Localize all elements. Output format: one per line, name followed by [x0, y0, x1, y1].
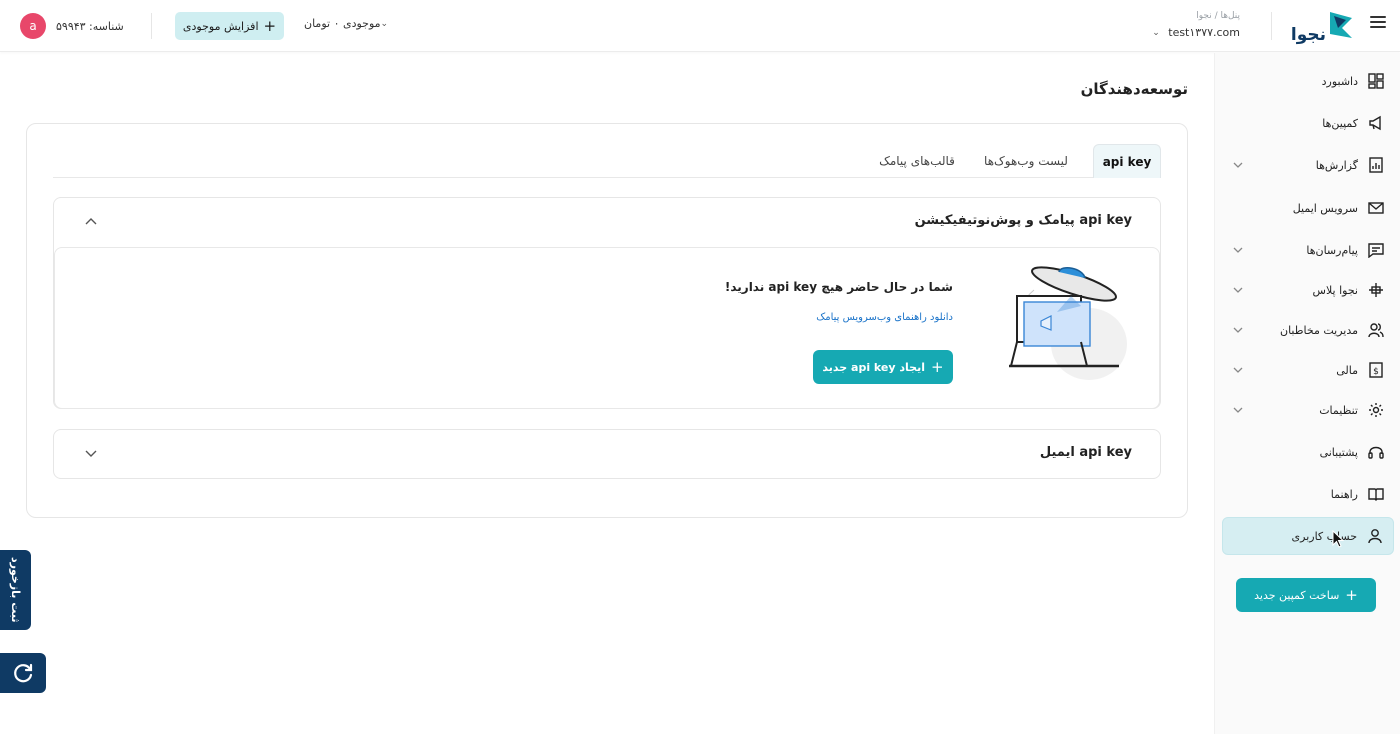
sidebar-item-label: تنظیمات [1319, 403, 1358, 417]
email-api-key-accordion: api key ایمیل [53, 429, 1161, 479]
balance-dropdown[interactable]: موجودی ۰ تومان ⌄ [304, 17, 394, 30]
chevron-down-icon [1233, 162, 1243, 168]
sidebar-item-label: مالی [1336, 363, 1358, 377]
avatar[interactable]: a [20, 13, 46, 39]
tab-sms-templates[interactable]: قالب‌های پیامک [869, 144, 965, 178]
sms-accordion-title: api key پیامک و پوش‌نوتیفیکیشن [914, 213, 1132, 228]
mail-icon [1366, 198, 1386, 218]
headset-icon [1366, 442, 1386, 462]
tab-api-key[interactable]: api key [1093, 144, 1161, 178]
plus-icon: + [1345, 586, 1358, 604]
breadcrumb: پنل‌ها / نجوا [1196, 11, 1240, 21]
sidebar-item-label: سرویس ایمیل [1292, 201, 1358, 215]
tab-bar: api key لیست وب‌هوک‌ها قالب‌های پیامک [53, 144, 1161, 178]
dashboard-icon [1366, 71, 1386, 91]
sidebar-item-label: داشبورد [1321, 74, 1358, 88]
ufo-laptop-illustration [979, 266, 1129, 386]
email-accordion-title: api key ایمیل [1039, 445, 1132, 460]
chevron-down-icon [1233, 407, 1243, 413]
chevron-down-icon [1233, 287, 1243, 293]
sidebar-item-guide[interactable]: راهنما [1222, 476, 1394, 512]
sidebar-item-messengers[interactable]: پیام‌رسان‌ها [1222, 232, 1394, 268]
sidebar-item-support[interactable]: پشتیبانی [1222, 434, 1394, 470]
create-api-key-button[interactable]: + ایجاد api key جدید [813, 350, 953, 384]
sms-api-key-accordion: api key پیامک و پوش‌نوتیفیکیشن شما [53, 197, 1161, 409]
book-icon [1366, 484, 1386, 504]
sidebar-item-finance[interactable]: $ مالی [1222, 352, 1394, 388]
user-icon [1365, 526, 1385, 546]
developers-card: api key لیست وب‌هوک‌ها قالب‌های پیامک ap… [26, 123, 1188, 518]
users-icon [1366, 320, 1386, 340]
chevron-down-icon: ⌄ [380, 18, 389, 29]
balance-label: موجودی ۰ تومان [304, 17, 381, 30]
finance-icon: $ [1366, 360, 1386, 380]
megaphone-icon [1366, 113, 1386, 133]
chat-icon [1366, 240, 1386, 260]
sms-guide-download-link[interactable]: دانلود راهنمای وب‌سرویس پیامک [816, 312, 953, 323]
increase-balance-button[interactable]: افزایش موجودی + [175, 12, 284, 40]
email-accordion-header[interactable]: api key ایمیل [54, 430, 1160, 478]
mouse-cursor-icon [1332, 530, 1344, 548]
sidebar-item-najva-plus[interactable]: نجوا پلاس [1222, 272, 1394, 308]
tab-webhooks[interactable]: لیست وب‌هوک‌ها [971, 144, 1081, 178]
plus-icon: + [263, 16, 277, 35]
user-info[interactable]: a شناسه: ۵۹۹۴۳ [20, 12, 124, 40]
new-campaign-button[interactable]: ساخت کمپین جدید + [1236, 578, 1376, 612]
empty-state-title: شما در حال حاضر هیچ api key ندارید! [724, 280, 953, 294]
sidebar-item-label: نجوا پلاس [1312, 283, 1358, 297]
increase-balance-label: افزایش موجودی [182, 19, 259, 33]
sidebar-item-label: پشتیبانی [1319, 445, 1358, 459]
sidebar-item-label: راهنما [1330, 487, 1358, 501]
panel-switcher[interactable]: پنل‌ها / نجوا test۱۳۷۷.com ⌄ [1152, 11, 1240, 40]
sidebar-item-label: کمپین‌ها [1322, 116, 1358, 130]
chevron-down-icon [1233, 247, 1243, 253]
chevron-down-icon [1233, 367, 1243, 373]
menu-icon[interactable] [1370, 16, 1386, 30]
chevron-down-icon: ⌄ [1152, 28, 1160, 38]
page-title: توسعه‌دهندگان [1080, 80, 1188, 98]
user-id-label: شناسه: ۵۹۹۴۳ [56, 19, 124, 33]
sidebar-item-reports[interactable]: گزارش‌ها [1222, 147, 1394, 183]
sms-accordion-header[interactable]: api key پیامک و پوش‌نوتیفیکیشن [54, 198, 1160, 246]
panel-name: test۱۳۷۷.com [1168, 26, 1240, 39]
svg-text:نجوا: نجوا [1291, 25, 1326, 45]
chevron-up-icon[interactable] [84, 216, 98, 226]
sidebar-item-email-service[interactable]: سرویس ایمیل [1222, 190, 1394, 226]
sidebar-item-settings[interactable]: تنظیمات [1222, 392, 1394, 428]
najva-logo[interactable]: نجوا [1286, 8, 1356, 46]
sidebar-item-label: پیام‌رسان‌ها [1306, 243, 1358, 257]
chat-support-button[interactable] [0, 653, 46, 693]
plus-icon: + [931, 358, 944, 376]
sidebar-item-dashboard[interactable]: داشبورد [1222, 63, 1394, 99]
new-campaign-label: ساخت کمپین جدید [1254, 588, 1340, 602]
header-divider [1271, 12, 1272, 40]
sidebar-item-campaigns[interactable]: کمپین‌ها [1222, 105, 1394, 141]
plus-logo-icon [1366, 280, 1386, 300]
chevron-down-icon [1233, 327, 1243, 333]
sidebar-item-label: مدیریت مخاطبان [1279, 323, 1358, 337]
feedback-tab[interactable]: ثبت بازخورد [0, 550, 31, 630]
sidebar-item-label: گزارش‌ها [1315, 158, 1358, 172]
report-icon [1366, 155, 1386, 175]
sidebar: داشبورد کمپین‌ها گزارش‌ها سرویس ایمیل پی… [1214, 53, 1400, 734]
feedback-label: ثبت بازخورد [9, 557, 22, 623]
sidebar-item-label: حساب کاربری [1291, 529, 1357, 543]
sidebar-item-account[interactable]: حساب کاربری [1222, 517, 1394, 555]
header-divider [151, 13, 152, 39]
gear-icon [1366, 400, 1386, 420]
svg-text:$: $ [1373, 367, 1379, 377]
chat-refresh-icon [14, 663, 33, 683]
top-header: نجوا پنل‌ها / نجوا test۱۳۷۷.com ⌄ a شناس… [0, 0, 1400, 52]
chevron-down-icon[interactable] [84, 448, 98, 458]
create-api-key-label: ایجاد api key جدید [822, 360, 926, 374]
sidebar-item-contacts[interactable]: مدیریت مخاطبان [1222, 312, 1394, 348]
sms-accordion-body: شما در حال حاضر هیچ api key ندارید! دانل… [54, 247, 1160, 409]
